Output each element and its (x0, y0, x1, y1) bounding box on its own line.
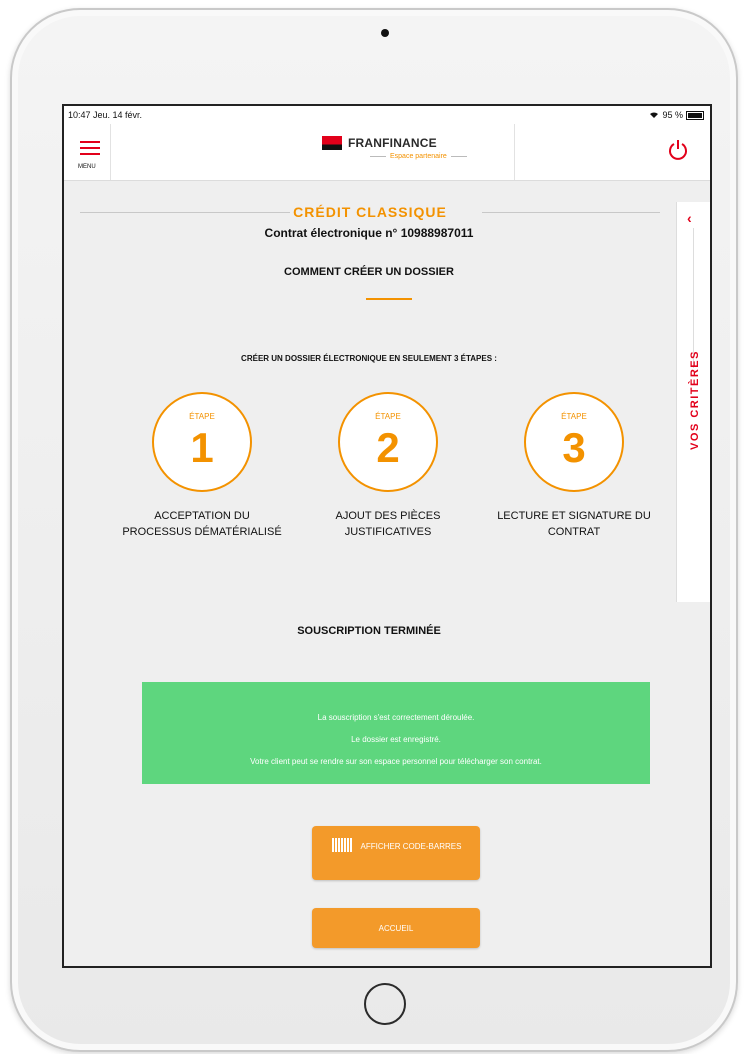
status-indicators: 95 % (649, 110, 704, 120)
step-1: ÉTAPE 1 ACCEPTATION DU PROCESSUS DÉMATÉR… (122, 392, 282, 540)
step-label: ÉTAPE (189, 412, 215, 421)
power-icon[interactable] (668, 138, 688, 162)
barcode-icon (332, 838, 352, 852)
step-text: LECTURE ET SIGNATURE DU CONTRAT (497, 510, 651, 538)
camera (381, 29, 389, 37)
step-circle: ÉTAPE 1 (152, 392, 252, 492)
success-message-line: La souscription s'est correctement dérou… (317, 713, 475, 722)
step-3: ÉTAPE 3 LECTURE ET SIGNATURE DU CONTRAT (494, 392, 654, 540)
brand-flag-icon (322, 136, 342, 150)
step-2: ÉTAPE 2 AJOUT DES PIÈCES JUSTIFICATIVES (308, 392, 468, 540)
subscription-done-title: SOUSCRIPTION TERMINÉE (297, 625, 441, 637)
success-message-box: La souscription s'est correctement dérou… (142, 682, 650, 784)
wifi-icon (650, 112, 659, 118)
menu-label: MENU (78, 164, 96, 170)
success-message-line: Le dossier est enregistré. (351, 735, 441, 744)
criteria-label: VOS CRITÈRES (689, 350, 701, 450)
product-title-row: CRÉDIT CLASSIQUE (80, 204, 660, 220)
battery-icon (686, 110, 704, 120)
barcode-button-label: AFFICHER CODE-BARRES (360, 842, 462, 851)
show-barcode-button[interactable]: AFFICHER CODE-BARRES (312, 826, 480, 880)
home-button[interactable]: ACCUEIL (312, 908, 480, 948)
app-screen: 10:47 Jeu. 14 févr. 95 % MENU FRANFINANC… (62, 104, 712, 968)
contract-number: Contrat électronique n° 10988987011 (264, 226, 474, 240)
step-label: ÉTAPE (375, 412, 401, 421)
top-navigation: MENU FRANFINANCE Espace partenaire (64, 124, 710, 181)
step-text: AJOUT DES PIÈCES JUSTIFICATIVES (335, 510, 441, 538)
menu-button[interactable]: MENU (64, 124, 111, 180)
brand-name: FRANFINANCE (348, 136, 437, 150)
step-label: ÉTAPE (561, 412, 587, 421)
brand-subtitle: Espace partenaire (366, 153, 471, 160)
step-circle: ÉTAPE 2 (338, 392, 438, 492)
steps-intro: CRÉER UN DOSSIER ÉLECTRONIQUE EN SEULEME… (241, 354, 497, 363)
chevron-left-icon[interactable]: ‹ (687, 210, 692, 226)
title-underline (366, 298, 412, 300)
step-circle: ÉTAPE 3 (524, 392, 624, 492)
how-to-title: COMMENT CRÉER UN DOSSIER (284, 266, 454, 278)
success-message-line: Votre client peut se rendre sur son espa… (250, 757, 542, 766)
product-title: CRÉDIT CLASSIQUE (293, 204, 447, 220)
nav-divider (514, 124, 515, 180)
step-number: 1 (190, 424, 214, 471)
battery-percent: 95 % (662, 110, 683, 120)
step-text: ACCEPTATION DU PROCESSUS DÉMATÉRIALISÉ (122, 510, 282, 538)
step-number: 3 (562, 424, 586, 471)
status-bar: 10:47 Jeu. 14 févr. 95 % (64, 106, 710, 124)
step-number: 2 (376, 424, 400, 471)
home-button-hardware[interactable] (364, 983, 406, 1025)
criteria-side-tab[interactable]: ‹ VOS CRITÈRES (676, 202, 710, 602)
status-time: 10:47 Jeu. 14 févr. (68, 110, 143, 120)
